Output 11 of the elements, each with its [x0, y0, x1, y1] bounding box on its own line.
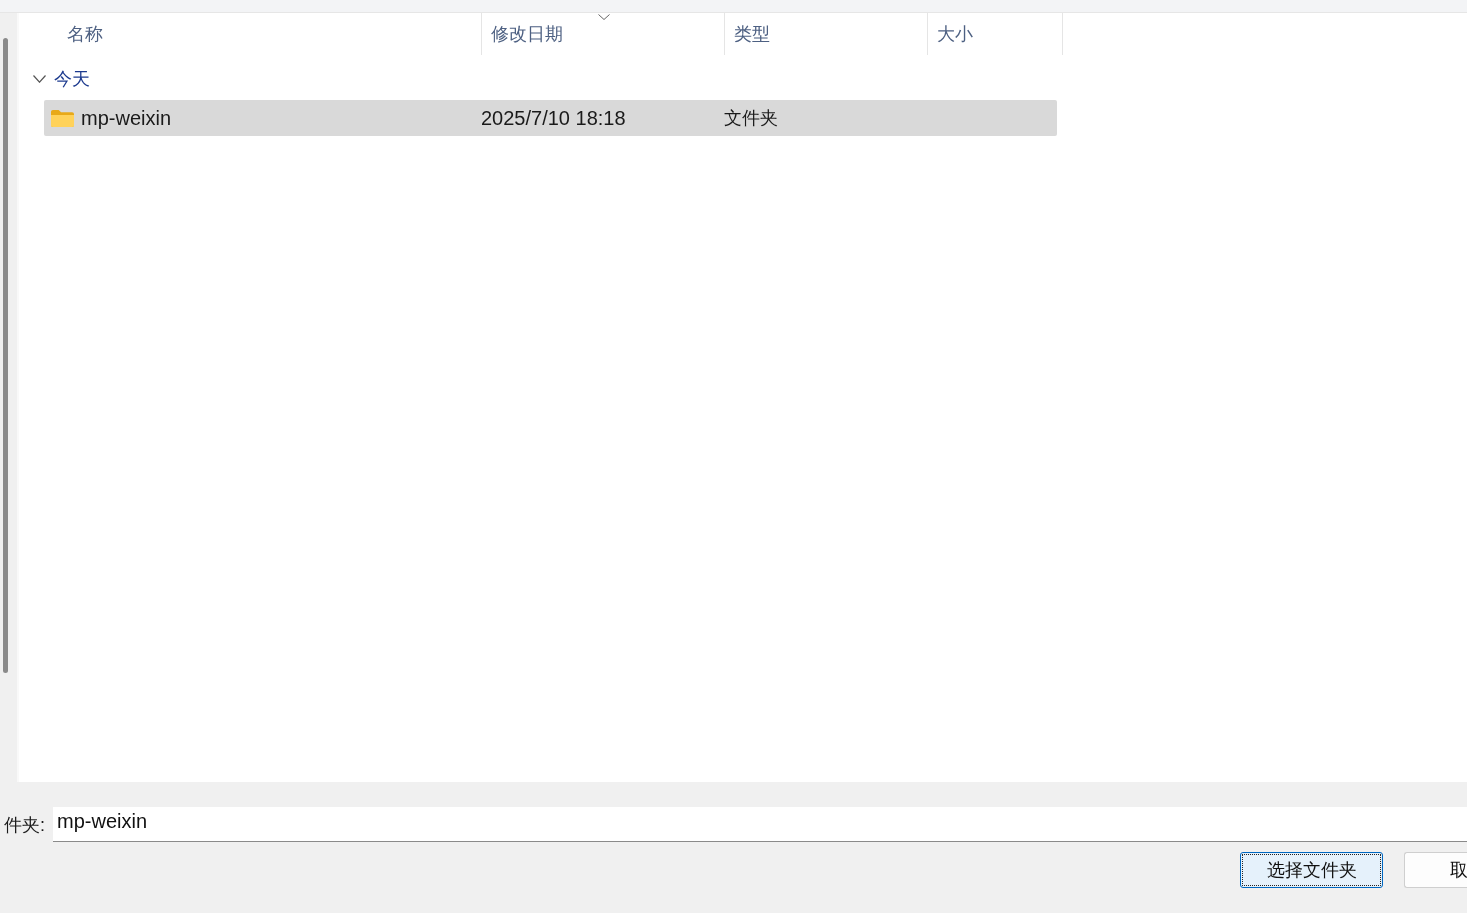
- file-name: mp-weixin: [81, 106, 172, 131]
- modified-date: 2025/7/10 18:18: [481, 107, 626, 129]
- cancel-button[interactable]: 取: [1404, 852, 1467, 888]
- group-header[interactable]: 今天: [19, 67, 90, 91]
- scrollbar-thumb[interactable]: [3, 38, 8, 673]
- folder-label: 件夹:: [3, 814, 46, 837]
- select-folder-button[interactable]: 选择文件夹: [1240, 852, 1383, 888]
- file-row[interactable]: mp-weixin 2025/7/10 18:18 文件夹: [44, 100, 1057, 136]
- folder-icon: [51, 109, 74, 127]
- folder-name-field[interactable]: mp-weixin: [53, 807, 1467, 842]
- file-type: 文件夹: [724, 107, 778, 128]
